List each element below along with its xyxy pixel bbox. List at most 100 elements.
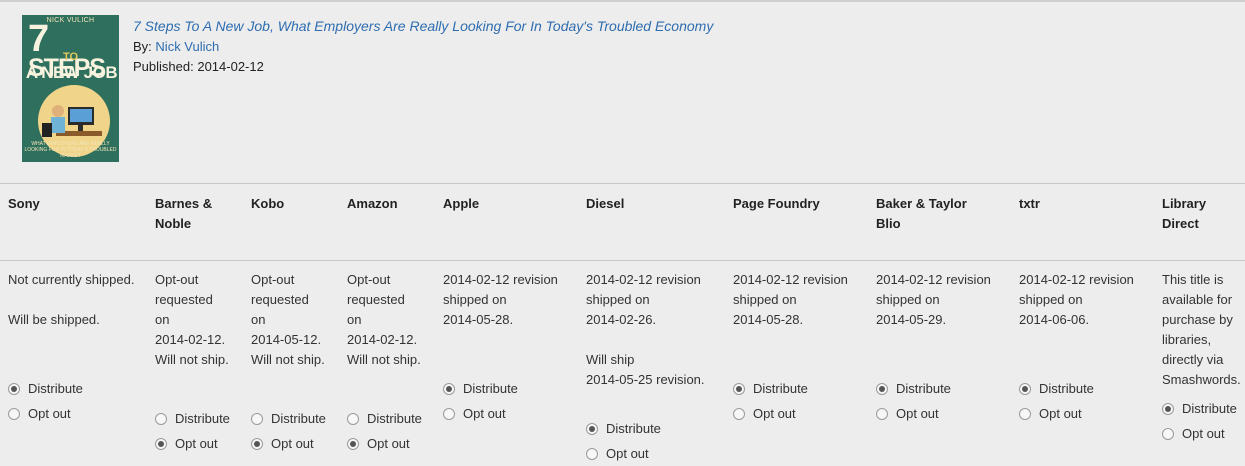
radio-label: Opt out [606, 446, 649, 461]
status-line: 2014-05-25 revision. [586, 372, 705, 387]
opt-out-option[interactable]: Opt out [251, 436, 314, 451]
status-line: directly via [1162, 352, 1224, 367]
radio-label: Opt out [463, 406, 506, 421]
distribute-option[interactable]: Distribute [8, 381, 83, 396]
retailer-name-line: Amazon [347, 196, 398, 211]
opt-out-option[interactable]: Opt out [443, 406, 506, 421]
retailer-name-line: Kobo [251, 196, 285, 211]
radio-label: Opt out [28, 406, 71, 421]
status-line: 2014-02-26. [586, 312, 657, 327]
status-line: shipped on [733, 292, 797, 307]
retailer-name-line: Diesel [586, 196, 625, 211]
distribute-option[interactable]: Distribute [586, 421, 661, 436]
book-title-link[interactable]: 7 Steps To A New Job, What Employers Are… [133, 18, 713, 34]
status-line: 2014-02-12 revision [586, 272, 701, 287]
distribution-status: 2014-02-12 revision shipped on 2014-05-28. [443, 270, 581, 330]
status-line [8, 290, 148, 310]
distribute-radio[interactable] [8, 382, 20, 395]
status-line: requested [251, 292, 309, 307]
distribute-option[interactable]: Distribute [876, 381, 951, 396]
retailer-name-line: Direct [1162, 216, 1199, 231]
opt-out-radio[interactable] [251, 437, 263, 450]
opt-out-radio[interactable] [733, 407, 745, 420]
status-line: 2014-02-12 revision [1019, 272, 1134, 287]
retailer-name-line: Sony [8, 196, 40, 211]
opt-out-option[interactable]: Opt out [1019, 406, 1082, 421]
author-link[interactable]: Nick Vulich [155, 39, 219, 54]
book-cover-image[interactable]: NICK VULICH 7 STEPS TO A NEW JOB WHAT EM… [22, 15, 119, 162]
opt-out-radio[interactable] [155, 437, 167, 450]
opt-out-radio[interactable] [443, 407, 455, 420]
retailer-column: Apple 2014-02-12 revision shipped on 2014-0… [443, 184, 581, 466]
distribute-radio[interactable] [251, 412, 263, 425]
status-line: This title is [1162, 272, 1224, 287]
retailer-name: Barnes & Noble [155, 194, 247, 234]
retailer-name: Library Direct [1162, 194, 1245, 234]
retailer-column: txtr 2014-02-12 revision shipped on 2014-06… [1019, 184, 1157, 466]
cover-tagline: WHAT EMPLOYERS ARE REALLY LOOKING FOR IN… [24, 141, 117, 159]
distribute-radio[interactable] [586, 422, 598, 435]
retailer-name: txtr [1019, 194, 1157, 214]
radio-label: Opt out [1039, 406, 1082, 421]
retailer-column: Diesel 2014-02-12 revision shipped on 2014-… [586, 184, 728, 466]
status-line: 2014-02-12. [347, 332, 418, 347]
distribute-option[interactable]: Distribute [251, 411, 326, 426]
retailer-name-line: Barnes & [155, 196, 213, 211]
distribute-option[interactable]: Distribute [1019, 381, 1094, 396]
opt-out-option[interactable]: Opt out [347, 436, 410, 451]
distribution-status: Not currently shipped. Will be shipped. [8, 270, 148, 330]
status-line: Opt-out [251, 272, 295, 287]
distribute-option[interactable]: Distribute [347, 411, 422, 426]
by-label: By: [133, 39, 152, 54]
opt-out-radio[interactable] [876, 407, 888, 420]
radio-label: Distribute [753, 381, 808, 396]
status-line: requested [347, 292, 405, 307]
status-line: 2014-02-12 revision [443, 272, 558, 287]
retailer-name: Kobo [251, 194, 343, 214]
radio-label: Distribute [1182, 401, 1237, 416]
retailer-column: Library Direct This title is available for p… [1162, 184, 1245, 466]
opt-out-option[interactable]: Opt out [876, 406, 939, 421]
status-line: Opt-out [155, 272, 199, 287]
opt-out-option[interactable]: Opt out [1162, 426, 1225, 441]
distribute-option[interactable]: Distribute [733, 381, 808, 396]
status-line: 2014-06-06. [1019, 312, 1090, 327]
opt-out-option[interactable]: Opt out [733, 406, 796, 421]
retailer-name-line: Apple [443, 196, 480, 211]
distribute-radio[interactable] [733, 382, 745, 395]
status-line: 2014-05-28. [443, 312, 514, 327]
distribute-option[interactable]: Distribute [443, 381, 518, 396]
distribution-status: Opt-out requested on 2014-02-12. Will not sh… [155, 270, 247, 370]
retailer-name-line: Noble [155, 216, 192, 231]
status-line: on [155, 312, 170, 327]
status-line: Smashwords. [1162, 372, 1241, 387]
opt-out-radio[interactable] [1162, 427, 1174, 440]
status-line: 2014-02-12 revision [876, 272, 991, 287]
distribute-option[interactable]: Distribute [155, 411, 230, 426]
retailer-name-line: Library [1162, 196, 1207, 211]
opt-out-radio[interactable] [1019, 407, 1031, 420]
status-line: on [251, 312, 266, 327]
status-line: on [347, 312, 362, 327]
distribute-radio[interactable] [155, 412, 167, 425]
distribute-radio[interactable] [876, 382, 888, 395]
retailer-name-line: Page Foundry [733, 196, 820, 211]
status-line: 2014-02-12. [155, 332, 226, 347]
opt-out-option[interactable]: Opt out [586, 446, 649, 461]
distribution-status: 2014-02-12 revision shipped on 2014-02-26.… [586, 270, 728, 390]
radio-label: Distribute [896, 381, 951, 396]
opt-out-radio[interactable] [8, 407, 20, 420]
retailer-name: Page Foundry [733, 194, 871, 214]
distribute-radio[interactable] [1019, 382, 1031, 395]
radio-label: Distribute [1039, 381, 1094, 396]
distribute-radio[interactable] [443, 382, 455, 395]
distribute-radio[interactable] [1162, 402, 1174, 415]
opt-out-option[interactable]: Opt out [155, 436, 218, 451]
retailer-name-line: Blio [876, 216, 901, 231]
opt-out-option[interactable]: Opt out [8, 406, 71, 421]
opt-out-radio[interactable] [347, 437, 359, 450]
distribute-option[interactable]: Distribute [1162, 401, 1237, 416]
distribution-status: 2014-02-12 revision shipped on 2014-05-29. [876, 270, 1014, 330]
opt-out-radio[interactable] [586, 447, 598, 460]
distribute-radio[interactable] [347, 412, 359, 425]
